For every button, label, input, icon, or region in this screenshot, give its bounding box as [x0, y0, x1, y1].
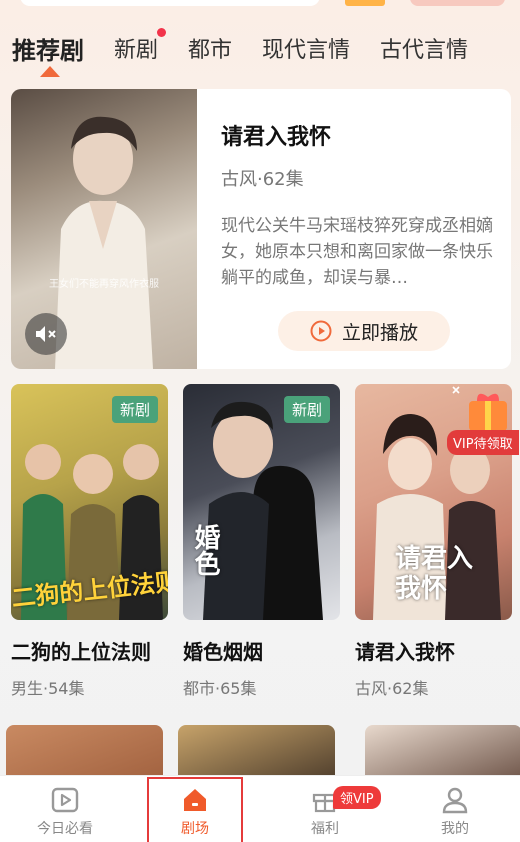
- nav-label: 我的: [441, 821, 469, 837]
- featured-meta: 古风·62集: [221, 169, 304, 190]
- tab-ancient-romance[interactable]: 古代言情: [380, 32, 468, 64]
- tab-new[interactable]: 新剧: [114, 28, 167, 64]
- new-badge: 新剧: [111, 396, 158, 423]
- active-tab-indicator: [40, 66, 60, 77]
- drama-card[interactable]: 新剧 婚色 婚色烟烟 都市·65集: [183, 384, 340, 699]
- vip-badge: 领VIP: [333, 786, 381, 809]
- drama-meta: 古风·62集: [355, 679, 429, 698]
- poster-title-art: 婚色: [190, 524, 220, 576]
- category-tabs: 推荐剧 新剧 都市 现代言情 古代言情: [12, 28, 520, 68]
- featured-poster[interactable]: 王女们不能再穿风作衣服: [11, 89, 197, 369]
- featured-card[interactable]: 王女们不能再穿风作衣服 请君入我怀 古风·62集 现代公关牛马宋瑶枝猝死穿成丞相…: [11, 89, 511, 369]
- play-square-icon: [51, 787, 79, 813]
- nav-theater[interactable]: 剧场: [130, 776, 260, 842]
- drama-card[interactable]: 新剧 二狗的上位法则 二狗的上位法则 男生·54集: [11, 384, 168, 699]
- user-icon: [442, 787, 468, 814]
- nav-label: 福利: [311, 821, 339, 837]
- featured-title[interactable]: 请君入我怀: [221, 119, 331, 151]
- vip-float-label[interactable]: VIP待领取: [447, 430, 519, 455]
- drama-meta: 男生·54集: [11, 679, 85, 698]
- drama-title[interactable]: 婚色烟烟: [183, 636, 340, 665]
- drama-meta: 都市·65集: [183, 679, 257, 698]
- play-now-label: 立即播放: [341, 321, 418, 344]
- featured-info: 请君入我怀 古风·62集 现代公关牛马宋瑶枝猝死穿成丞相嫡女，她原本只想和离回家…: [221, 89, 501, 369]
- nav-profile[interactable]: 我的: [390, 776, 520, 842]
- drama-poster[interactable]: 新剧 二狗的上位法则: [11, 384, 168, 620]
- nav-label: 今日必看: [37, 821, 93, 837]
- drama-title[interactable]: 二狗的上位法则: [11, 636, 168, 665]
- drama-poster[interactable]: 新剧 婚色: [183, 384, 340, 620]
- featured-description: 现代公关牛马宋瑶枝猝死穿成丞相嫡女，她原本只想和离回家做一条快乐躺平的咸鱼，却误…: [221, 216, 493, 288]
- home-icon: [184, 789, 206, 811]
- top-promo-pill[interactable]: [410, 0, 505, 6]
- poster-caption: 王女们不能再穿风作衣服: [49, 279, 159, 290]
- new-dot: [157, 28, 167, 37]
- tab-recommended[interactable]: 推荐剧: [12, 31, 84, 66]
- nav-label: 剧场: [181, 821, 209, 837]
- play-now-button[interactable]: 立即播放: [278, 311, 450, 351]
- mute-button[interactable]: [25, 313, 67, 355]
- drama-title[interactable]: 请君入我怀: [355, 636, 512, 665]
- mute-icon: [36, 326, 56, 342]
- gift-icon[interactable]: [345, 0, 385, 6]
- search-bar[interactable]: [20, 0, 320, 6]
- top-bar-remnant: [0, 0, 520, 8]
- poster-title-art: 请君入我怀: [395, 544, 474, 604]
- play-circle-icon: [310, 320, 332, 342]
- bottom-navigation: 今日必看 剧场 福利 我的: [0, 775, 520, 842]
- tab-urban[interactable]: 都市: [188, 32, 232, 64]
- nav-today[interactable]: 今日必看: [0, 776, 130, 842]
- new-badge: 新剧: [283, 396, 330, 423]
- tab-modern-romance[interactable]: 现代言情: [262, 32, 350, 64]
